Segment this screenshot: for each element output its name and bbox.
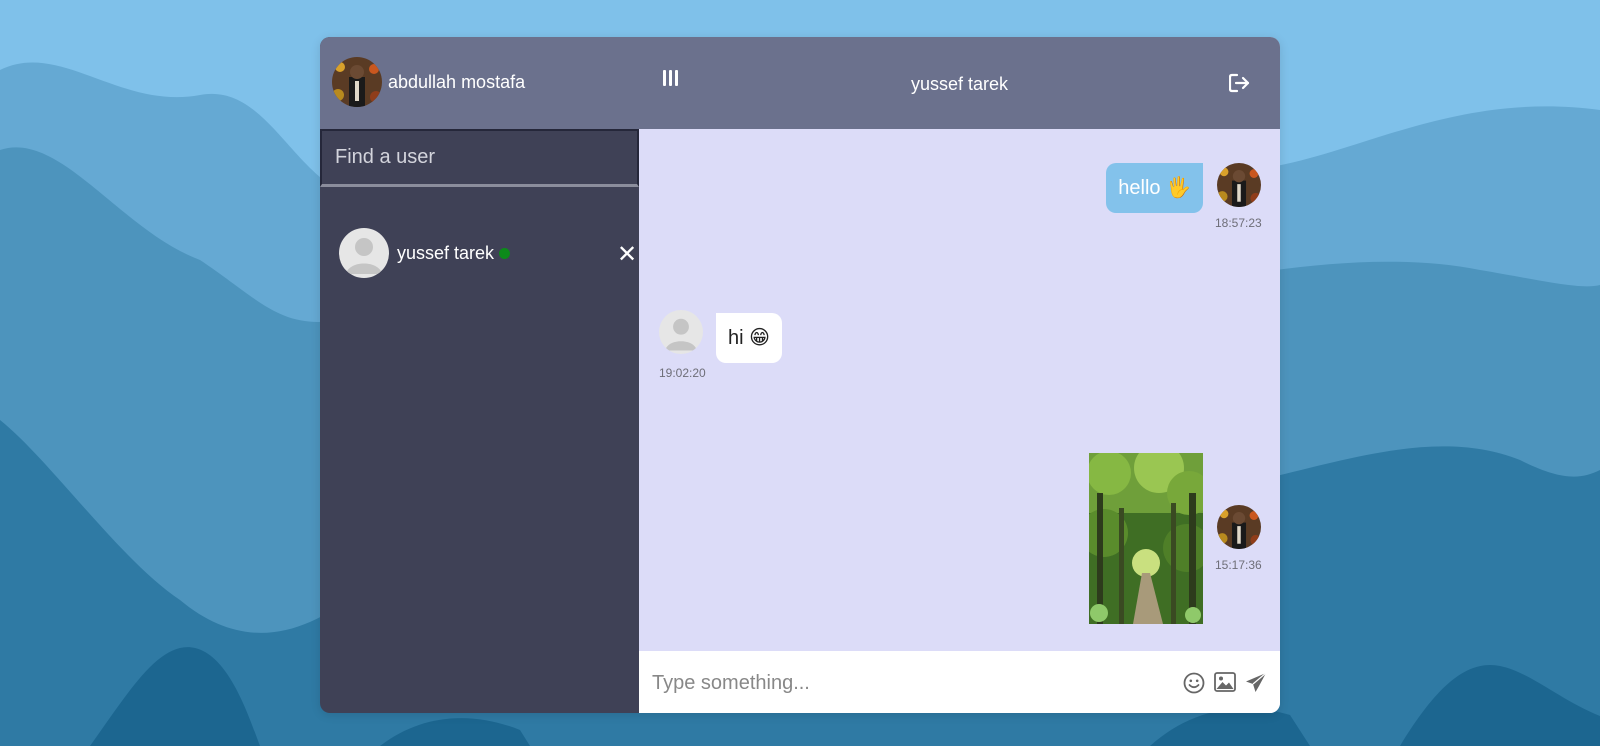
message-bubble-outgoing: hello 🖐 xyxy=(1106,163,1203,213)
online-status-dot xyxy=(499,248,510,259)
message-input[interactable] xyxy=(652,663,1152,703)
current-user-name: abdullah mostafa xyxy=(388,72,526,92)
sidebar-header: abdullah mostafa xyxy=(320,37,639,129)
message-bubble-incoming: hi 😁 xyxy=(716,313,782,363)
close-icon[interactable]: ✕ xyxy=(617,240,637,269)
send-icon[interactable] xyxy=(1245,672,1267,699)
image-icon[interactable] xyxy=(1214,672,1236,697)
chat-header: yussef tarek xyxy=(639,37,1280,129)
sidebar: abdullah mostafa yussef tarek ✕ xyxy=(320,37,639,713)
contact-item[interactable]: yussef tarek ✕ xyxy=(320,228,639,288)
message-composer xyxy=(639,651,1280,713)
chat-title: yussef tarek xyxy=(910,74,1009,94)
logout-icon[interactable] xyxy=(1228,73,1251,93)
contact-name: yussef tarek xyxy=(397,243,495,263)
message-timestamp: 19:02:20 xyxy=(659,366,706,380)
user-search-box xyxy=(320,129,639,187)
user-search-input[interactable] xyxy=(322,131,637,184)
chat-app-window: abdullah mostafa yussef tarek ✕ yussef t… xyxy=(320,37,1280,713)
image-message[interactable] xyxy=(1089,453,1203,624)
message-timestamp: 15:17:36 xyxy=(1215,558,1262,572)
sender-avatar xyxy=(1217,163,1261,207)
chat-panel: yussef tarek hello 🖐 18:57:23 hi 😁 19:02… xyxy=(639,37,1280,713)
smiley-icon[interactable] xyxy=(1183,672,1205,699)
sender-avatar xyxy=(1217,505,1261,549)
current-user-avatar xyxy=(332,57,382,107)
contact-avatar xyxy=(339,228,389,278)
message-timestamp: 18:57:23 xyxy=(1215,216,1262,230)
contact-message-avatar xyxy=(659,310,703,354)
